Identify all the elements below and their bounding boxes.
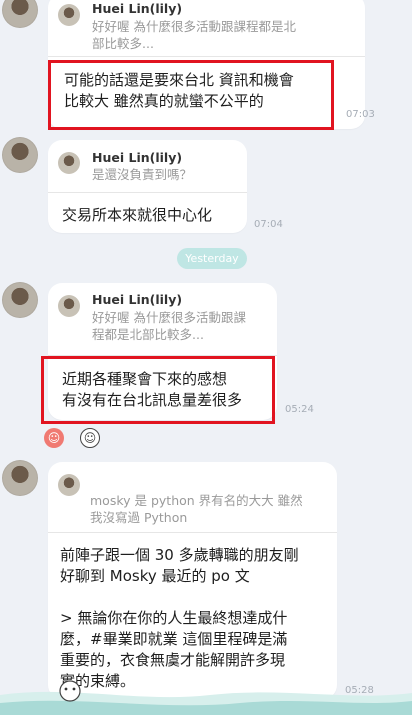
reply-divider	[48, 56, 365, 57]
sender-avatar[interactable]	[2, 0, 38, 28]
reply-sender-name: Huei Lin(lily)	[92, 150, 183, 165]
reply-quoted-text: mosky 是 python 界有名的大大 雖然 我沒寫過 Python	[90, 493, 303, 525]
reply-divider	[48, 192, 247, 193]
reply-avatar	[58, 152, 80, 174]
reaction-face-icon[interactable]: ☺	[80, 428, 100, 448]
reply-sender-name: Huei Lin(lily)	[92, 1, 183, 16]
sender-avatar[interactable]	[2, 282, 38, 318]
reply-quoted-text: 是還沒負責到嗎？	[92, 167, 193, 182]
sender-avatar[interactable]	[2, 460, 38, 496]
chat-screen: Huei Lin(lily) 好好喔 為什麼很多活動跟課程都是北 部比較多...…	[0, 0, 412, 715]
message-time: 07:03	[346, 109, 375, 120]
reply-sender-name: Huei Lin(lily)	[92, 292, 183, 307]
reply-avatar	[58, 474, 80, 496]
sender-avatar[interactable]	[2, 137, 38, 173]
reply-avatar	[58, 295, 80, 317]
reply-quoted-text: 好好喔 為什麼很多活動跟課 程都是北部比較多...	[92, 310, 246, 342]
reply-avatar	[58, 4, 80, 26]
message-text: 交易所本來就很中心化	[62, 206, 213, 224]
date-divider: Yesterday	[177, 248, 247, 269]
reply-divider	[48, 532, 337, 533]
message-bubble[interactable]: mosky 是 python 界有名的大大 雖然 我沒寫過 Python 前陣子…	[48, 462, 337, 699]
message-text: 前陣子跟一個 30 多歲轉職的朋友剛 好聊到 Mosky 最近的 po 文 > …	[60, 546, 299, 690]
message-bubble[interactable]: Huei Lin(lily) 是還沒負責到嗎？ 交易所本來就很中心化	[48, 140, 247, 233]
message-time: 05:24	[285, 404, 314, 415]
decoration-wave-illustration	[0, 680, 412, 715]
reaction-smile-icon[interactable]: ☺	[44, 428, 64, 448]
message-time: 07:04	[254, 219, 283, 230]
reply-quoted-text: 好好喔 為什麼很多活動跟課程都是北 部比較多...	[92, 19, 296, 51]
highlight-box	[41, 356, 275, 424]
highlight-box	[48, 60, 334, 130]
